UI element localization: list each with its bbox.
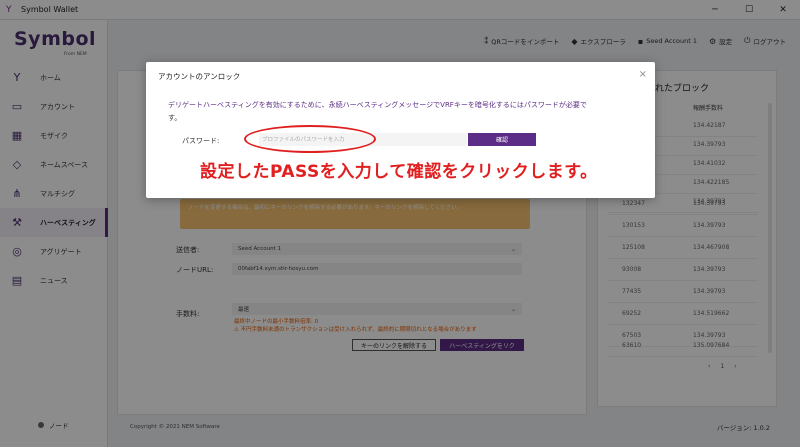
password-label: パスワード:: [182, 137, 220, 145]
modal-description: デリゲートハーベスティングを有効にするために、永続ハーベスティングメッセージでV…: [168, 99, 638, 125]
modal-description-line1: デリゲートハーベスティングを有効にするために、永続ハーベスティングメッセージでV…: [168, 101, 587, 109]
modal-description-line2: す。: [168, 114, 182, 122]
annotation-red-ellipse: [244, 125, 376, 153]
confirm-button[interactable]: 確認: [468, 133, 536, 146]
modal-title: アカウントのアンロック: [158, 72, 241, 81]
annotation-text: 設定したPASSを入力して確認をクリックします。: [200, 162, 598, 182]
unlock-account-modal: アカウントのアンロック × デリゲートハーベスティングを有効にするために、永続ハ…: [146, 62, 655, 198]
close-icon[interactable]: ×: [639, 69, 647, 80]
